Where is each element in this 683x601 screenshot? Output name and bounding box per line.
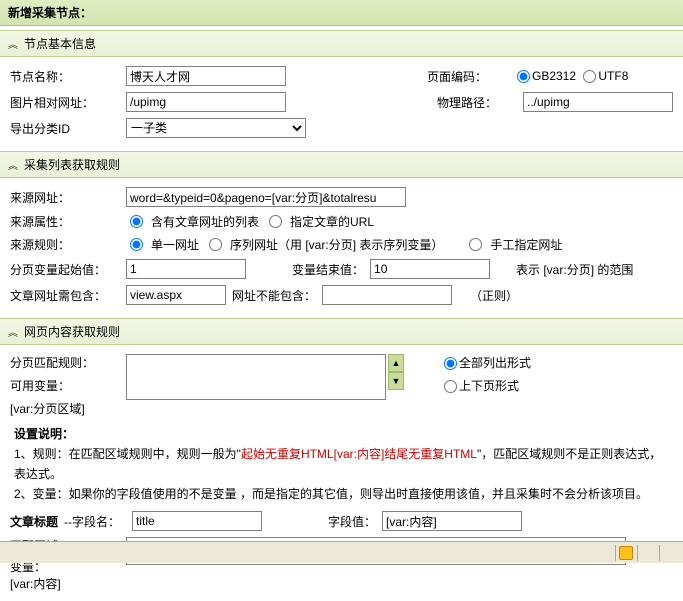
url-contain-label: 文章网址需包含： [10,287,120,304]
img-path-input[interactable] [126,92,286,112]
source-url-input[interactable] [126,187,406,207]
status-cell [659,545,679,561]
source-attr-list-radio[interactable] [130,215,143,228]
title-field-input[interactable] [132,511,262,531]
url-contain-input[interactable] [126,285,226,305]
page-end-label: 变量结束值： [292,261,364,278]
col-all-radio[interactable] [444,357,457,370]
section-basic-info: 节点名称： 页面编码： GB2312 UTF8 图片相对网址： 物理路径： 导出… [0,57,683,147]
section-title-text: 采集列表获取规则 [24,156,120,173]
down-icon[interactable]: ▼ [388,372,404,390]
rule-manual-radio[interactable] [469,238,482,251]
field-val-input[interactable] [382,511,522,531]
page-match-label: 分页匹配规则： [10,354,120,371]
img-path-label: 图片相对网址： [10,94,120,111]
section-list-rules-header[interactable]: ︽ 采集列表获取规则 [0,151,683,178]
phys-path-label: 物理路径： [437,94,517,111]
status-bar [0,541,683,563]
encoding-gb2312-radio[interactable] [517,70,530,83]
rule-series-radio[interactable] [209,238,222,251]
page-start-input[interactable] [126,259,246,279]
chevron-icon: ︽ [8,157,18,172]
var-hint: [var:分页区域] [10,400,120,417]
instr-title: 设置说明： [14,424,669,444]
col-prevnext-radio[interactable] [444,380,457,393]
page-match-textarea[interactable] [126,354,386,400]
source-url-label: 来源网址： [10,189,120,206]
rule-single-radio[interactable] [130,238,143,251]
up-icon[interactable]: ▲ [388,354,404,372]
page-header: 新增采集节点： [0,0,683,26]
var-content: [var:内容] [10,575,120,592]
regex-hint: （正则） [470,287,518,304]
node-name-label: 节点名称： [10,68,120,85]
title-tag-label: 文章标题 [10,513,58,530]
page-title: 新增采集节点： [8,6,92,20]
page-start-label: 分页变量起始值： [10,261,120,278]
warning-icon [619,546,633,560]
node-name-input[interactable] [126,66,286,86]
url-exclude-label: 网址不能包含： [232,287,316,304]
export-cat-label: 导出分类ID [10,120,120,137]
section-content-rules-header[interactable]: ︽ 网页内容获取规则 [0,318,683,345]
encoding-utf8-radio[interactable] [583,70,596,83]
source-rule-label: 来源规则： [10,236,120,253]
chevron-icon: ︽ [8,324,18,339]
url-exclude-input[interactable] [322,285,452,305]
page-range-hint: 表示 [var:分页] 的范围 [516,261,633,278]
usable-var-label: 可用变量： [10,377,120,394]
section-basic-info-header[interactable]: ︽ 节点基本信息 [0,30,683,57]
page-encoding-label: 页面编码： [427,68,507,85]
export-cat-select[interactable]: 一子类 [126,118,306,138]
page-end-input[interactable] [370,259,490,279]
textarea-resize[interactable]: ▲ ▼ [388,354,404,390]
section-title-text: 网页内容获取规则 [24,323,120,340]
status-cell [637,545,657,561]
chevron-icon: ︽ [8,36,18,51]
section-title-text: 节点基本信息 [24,35,96,52]
field-val-label: 字段值： [328,513,376,530]
source-attr-label: 来源属性： [10,213,120,230]
source-attr-url-radio[interactable] [269,215,282,228]
section-list-rules: 来源网址： 来源属性： 含有文章网址的列表 指定文章的URL 来源规则： 单一网… [0,178,683,314]
phys-path-input[interactable] [523,92,673,112]
status-warning-cell [615,545,635,561]
instructions: 设置说明： 1、规则：在匹配区域规则中，规则一般为"起始无重复HTML[var:… [2,420,681,508]
